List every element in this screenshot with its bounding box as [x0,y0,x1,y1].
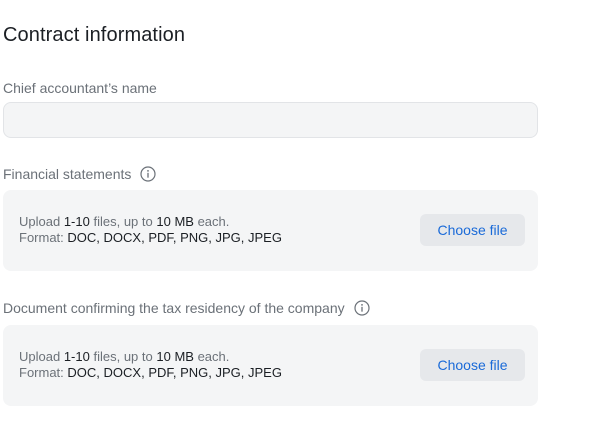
section-title: Contract information [3,24,186,46]
choose-file-button-financial[interactable]: Choose file [420,214,525,246]
tax-residency-label: Document confirming the tax residency of… [3,300,370,316]
upload-format-line: Format: DOC, DOCX, PDF, PNG, JPG, JPEG [19,365,282,381]
upload-mid-text: files, up to [93,214,153,229]
upload-file-count: 1-10 [63,349,90,364]
upload-format-line: Format: DOC, DOCX, PDF, PNG, JPG, JPEG [19,230,282,246]
financial-statements-label: Financial statements [3,166,157,182]
upload-limits-line: Upload 1-10 files, up to 10 MB each. [19,349,282,365]
accountant-name-label: Chief accountant’s name [3,80,157,96]
accountant-name-label-text: Chief accountant’s name [3,80,157,96]
upload-hint: Upload 1-10 files, up to 10 MB each. For… [19,349,282,381]
choose-file-button-tax[interactable]: Choose file [420,349,525,381]
upload-hint: Upload 1-10 files, up to 10 MB each. For… [19,214,282,246]
upload-prefix: Upload [19,349,61,364]
financial-statements-upload-area: Upload 1-10 files, up to 10 MB each. For… [3,190,538,271]
contract-information-form: Contract information Chief accountant’s … [0,0,601,436]
format-label: Format: [19,230,64,245]
format-list: DOC, DOCX, PDF, PNG, JPG, JPEG [67,365,282,380]
tax-residency-label-text: Document confirming the tax residency of… [3,300,345,316]
tax-residency-upload-area: Upload 1-10 files, up to 10 MB each. For… [3,325,538,406]
info-circle-icon[interactable] [354,300,370,316]
upload-size-limit: 10 MB [156,349,194,364]
info-circle-icon[interactable] [140,166,157,182]
accountant-name-input[interactable] [3,102,538,138]
upload-limits-line: Upload 1-10 files, up to 10 MB each. [19,214,282,230]
upload-suffix: each. [197,214,230,229]
upload-suffix: each. [197,349,230,364]
upload-size-limit: 10 MB [156,214,194,229]
upload-prefix: Upload [19,214,61,229]
upload-file-count: 1-10 [63,214,90,229]
upload-mid-text: files, up to [93,349,153,364]
financial-statements-label-text: Financial statements [3,166,132,182]
format-label: Format: [19,365,64,380]
format-list: DOC, DOCX, PDF, PNG, JPG, JPEG [67,230,282,245]
